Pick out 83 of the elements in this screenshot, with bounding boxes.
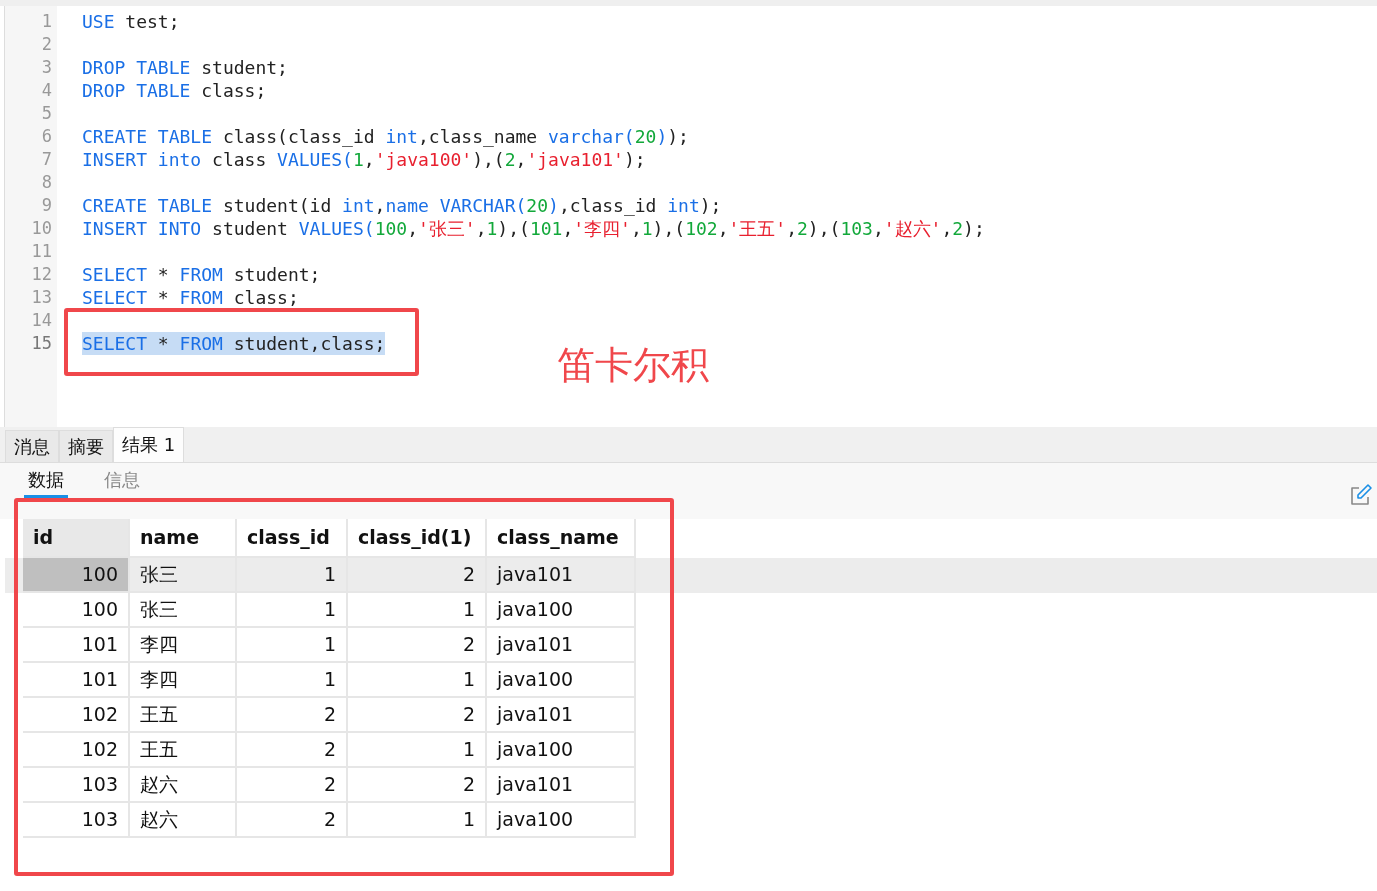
table-cell: 张三	[130, 558, 237, 593]
table-cell: 103	[23, 768, 130, 803]
table-cell: 1	[237, 628, 348, 663]
code-line: CREATE TABLE class(class_id int,class_name varchar(20));	[82, 125, 689, 148]
table-cell: 101	[23, 663, 130, 698]
table-cell: 2	[348, 698, 487, 733]
table-cell: java100	[487, 733, 636, 768]
table-row[interactable]: 101 李四 1 2 java101	[5, 628, 1377, 663]
line-number: 10	[30, 217, 53, 240]
table-cell: 1	[348, 803, 487, 838]
table-row[interactable]: 102 王五 2 1 java100	[5, 733, 1377, 768]
line-number: 2	[40, 33, 53, 56]
column-header[interactable]: class_id(1)	[348, 519, 487, 558]
code-line: USE test;	[82, 10, 180, 33]
table-row[interactable]: 103 赵六 2 2 java101	[5, 768, 1377, 803]
table-cell: 1	[237, 558, 348, 593]
table-cell: 李四	[130, 663, 237, 698]
table-cell: java100	[487, 663, 636, 698]
code-line: CREATE TABLE student(id int,name VARCHAR(20),class_id int);	[82, 194, 722, 217]
table-cell: java101	[487, 698, 636, 733]
table-cell: 1	[348, 593, 487, 628]
table-cell: java100	[487, 593, 636, 628]
code-line: SELECT * FROM student;	[82, 263, 321, 286]
column-header[interactable]: class_name	[487, 519, 636, 558]
table-cell: java101	[487, 628, 636, 663]
code-line: DROP TABLE student;	[82, 56, 288, 79]
result-tab[interactable]: 摘要	[59, 430, 113, 462]
line-number: 13	[30, 286, 53, 309]
table-cell: 2	[237, 733, 348, 768]
line-number: 6	[40, 125, 53, 148]
table-cell: 2	[237, 803, 348, 838]
column-header[interactable]: name	[130, 519, 237, 558]
edit-icon[interactable]	[1349, 483, 1373, 507]
code-line: SELECT * FROM class;	[82, 286, 299, 309]
table-cell: 102	[23, 733, 130, 768]
table-cell: 1	[237, 593, 348, 628]
code-line: INSERT INTO student VALUES(100,'张三',1),(101,'李四',1),(102,'王五',2),(103,'赵六',2);	[82, 217, 985, 240]
result-tab[interactable]: 消息	[5, 430, 59, 462]
code-line: DROP TABLE class;	[82, 79, 267, 102]
table-cell: java100	[487, 803, 636, 838]
result-tab[interactable]: 结果 1	[113, 427, 185, 462]
annotation-label: 笛卡尔积	[557, 342, 709, 389]
table-cell: java101	[487, 558, 636, 593]
line-number: 7	[40, 148, 53, 171]
code-line: INSERT into class VALUES(1,'java100'),(2,'java101');	[82, 148, 646, 171]
table-cell: 张三	[130, 593, 237, 628]
table-cell: 王五	[130, 698, 237, 733]
table-cell: 100	[23, 558, 130, 593]
line-number: 11	[30, 240, 53, 263]
line-number: 14	[30, 309, 53, 332]
table-cell: 2	[237, 698, 348, 733]
table-row[interactable]: 102 王五 2 2 java101	[5, 698, 1377, 733]
line-number: 1	[40, 10, 53, 33]
table-cell: 赵六	[130, 803, 237, 838]
table-cell: 2	[237, 768, 348, 803]
table-cell: 1	[348, 733, 487, 768]
table-cell: java101	[487, 768, 636, 803]
table-row[interactable]: 101 李四 1 1 java100	[5, 663, 1377, 698]
table-cell: 1	[237, 663, 348, 698]
table-row[interactable]: 100 张三 1 1 java100	[5, 593, 1377, 628]
line-number: 5	[40, 102, 53, 125]
column-header[interactable]: id	[23, 519, 130, 558]
table-row[interactable]: 100 张三 1 2 java101	[5, 558, 1377, 593]
table-cell: 100	[23, 593, 130, 628]
table-cell: 103	[23, 803, 130, 838]
table-row[interactable]: 103 赵六 2 1 java100	[5, 803, 1377, 838]
line-number: 12	[30, 263, 53, 286]
table-cell: 李四	[130, 628, 237, 663]
table-cell: 2	[348, 768, 487, 803]
table-cell: 王五	[130, 733, 237, 768]
table-cell: 101	[23, 628, 130, 663]
view-tab[interactable]: 数据	[24, 468, 68, 498]
table-cell: 1	[348, 663, 487, 698]
line-number: 8	[40, 171, 53, 194]
table-cell: 2	[348, 558, 487, 593]
line-number: 3	[40, 56, 53, 79]
table-cell: 2	[348, 628, 487, 663]
line-number: 9	[40, 194, 53, 217]
line-number: 4	[40, 79, 53, 102]
column-header[interactable]: class_id	[237, 519, 348, 558]
line-number: 15	[30, 332, 53, 355]
table-cell: 赵六	[130, 768, 237, 803]
table-cell: 102	[23, 698, 130, 733]
